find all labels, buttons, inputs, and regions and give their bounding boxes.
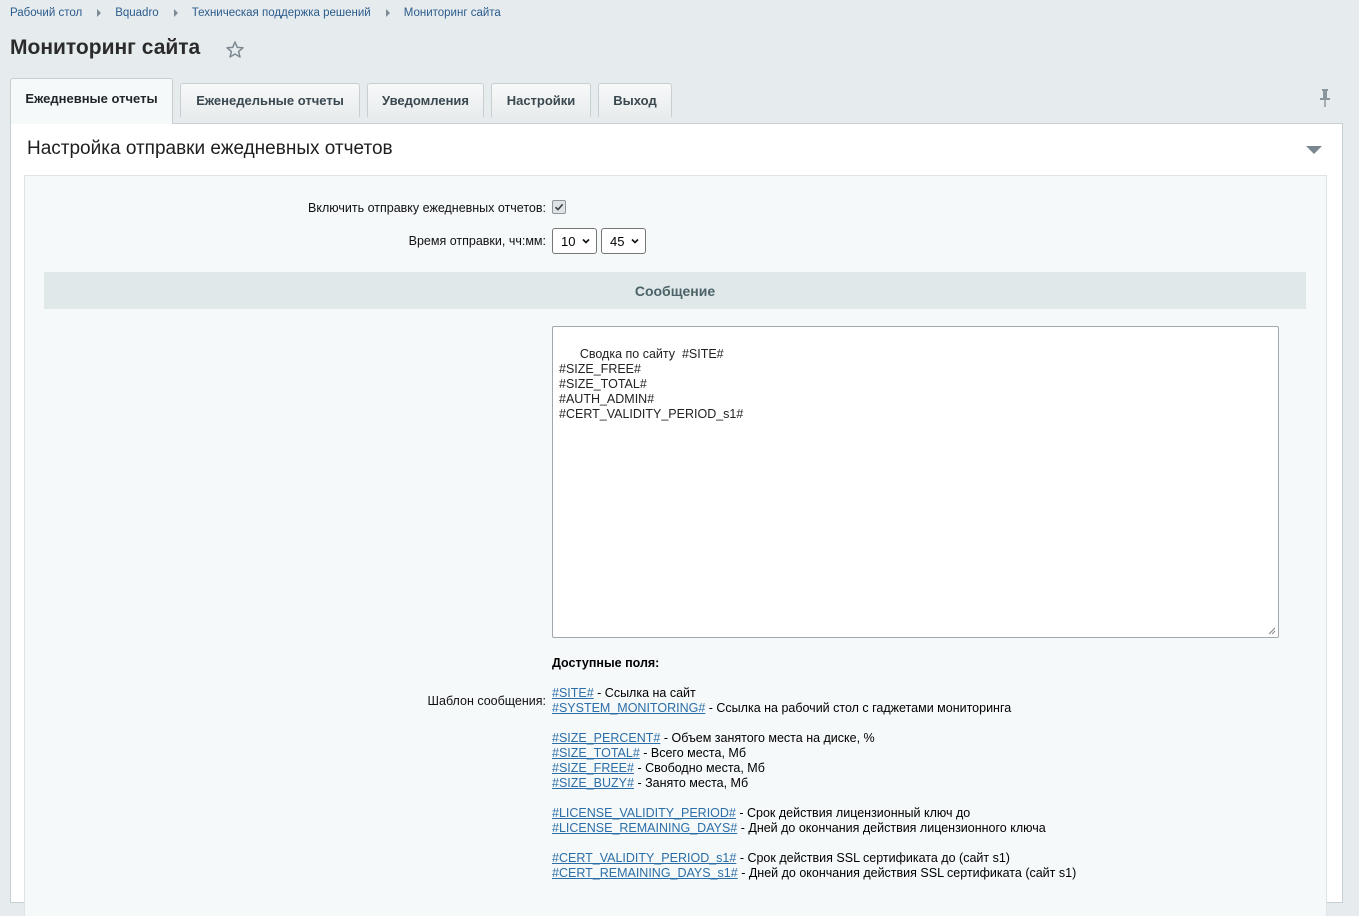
field-code-link[interactable]: #CERT_VALIDITY_PERIOD_s1# xyxy=(552,851,736,865)
field-description: - Срок действия лицензионный ключ до xyxy=(735,806,971,820)
field-item: #SIZE_PERCENT# - Объем занятого места на… xyxy=(552,731,1076,746)
breadcrumb-item-desktop[interactable]: Рабочий стол xyxy=(10,7,82,19)
field-item: #CERT_REMAINING_DAYS_s1# - Дней до оконч… xyxy=(552,866,1076,881)
field-code-link[interactable]: #LICENSE_REMAINING_DAYS# xyxy=(552,821,737,835)
field-item: #SIZE_BUZY# - Занято места, Мб xyxy=(552,776,1076,791)
tab-notifications[interactable]: Уведомления xyxy=(367,83,484,117)
field-description: - Срок действия SSL сертификата до (сайт… xyxy=(736,851,1010,865)
field-code-link[interactable]: #LICENSE_VALIDITY_PERIOD# xyxy=(552,806,736,820)
chevron-down-icon xyxy=(582,238,590,244)
hour-select-value: 10 xyxy=(561,233,576,249)
field-group-spacer xyxy=(552,791,1076,806)
field-item: #CERT_VALIDITY_PERIOD_s1# - Срок действи… xyxy=(552,851,1076,866)
page-title: Мониторинг сайта xyxy=(10,36,201,59)
collapse-arrow-icon[interactable] xyxy=(1306,146,1322,154)
field-description: - Ссылка на сайт xyxy=(593,686,696,700)
tab-exit[interactable]: Выход xyxy=(598,83,672,117)
hour-select[interactable]: 10 xyxy=(552,228,597,254)
field-description: - Ссылка на рабочий стол с гаджетами мон… xyxy=(705,701,1012,715)
enable-reports-checkbox[interactable] xyxy=(552,200,566,214)
field-code-link[interactable]: #SITE# xyxy=(552,686,594,700)
breadcrumb: Рабочий стол Bquadro Техническая поддерж… xyxy=(10,7,501,19)
breadcrumb-separator-icon xyxy=(385,9,390,17)
field-code-link[interactable]: #SIZE_BUZY# xyxy=(552,776,634,790)
field-code-link[interactable]: #SIZE_PERCENT# xyxy=(552,731,660,745)
tab-settings[interactable]: Настройки xyxy=(491,83,591,117)
field-description: - Объем занятого места на диске, % xyxy=(660,731,875,745)
chevron-down-icon xyxy=(631,238,639,244)
resize-handle-icon[interactable] xyxy=(1268,627,1276,635)
field-description: - Дней до окончания действия SSL сертифи… xyxy=(737,866,1077,880)
field-item: #LICENSE_VALIDITY_PERIOD# - Срок действи… xyxy=(552,806,1076,821)
pin-icon[interactable] xyxy=(1317,88,1333,108)
breadcrumb-separator-icon xyxy=(97,9,102,17)
field-group-spacer xyxy=(552,716,1076,731)
form-content: Включить отправку ежедневных отчетов: Вр… xyxy=(24,175,1327,916)
field-item: #SYSTEM_MONITORING# - Ссылка на рабочий … xyxy=(552,701,1076,716)
message-section-header: Сообщение xyxy=(44,272,1306,309)
settings-panel: Настройка отправки ежедневных отчетов Вк… xyxy=(10,123,1343,916)
checkmark-icon xyxy=(554,203,564,211)
send-time-label: Время отправки, чч:мм: xyxy=(408,234,546,248)
field-description: - Дней до окончания действия лицензионно… xyxy=(737,821,1046,835)
field-item: #LICENSE_REMAINING_DAYS# - Дней до оконч… xyxy=(552,821,1076,836)
field-description: - Всего места, Мб xyxy=(639,746,746,760)
field-code-link[interactable]: #SIZE_FREE# xyxy=(552,761,634,775)
breadcrumb-item-monitoring[interactable]: Мониторинг сайта xyxy=(404,7,501,19)
field-item: #SIZE_FREE# - Свободно места, Мб xyxy=(552,761,1076,776)
field-description: - Свободно места, Мб xyxy=(633,761,765,775)
breadcrumb-separator-icon xyxy=(173,9,178,17)
field-code-link[interactable]: #CERT_REMAINING_DAYS_s1# xyxy=(552,866,738,880)
field-description: - Занято места, Мб xyxy=(633,776,749,790)
available-fields-list: #SITE# - Ссылка на сайт #SYSTEM_MONITORIN… xyxy=(552,686,1076,881)
field-group-spacer xyxy=(552,836,1076,851)
field-item: #SIZE_TOTAL# - Всего места, Мб xyxy=(552,746,1076,761)
tab-daily-reports[interactable]: Ежедневные отчеты xyxy=(10,78,173,124)
field-code-link[interactable]: #SYSTEM_MONITORING# xyxy=(552,701,705,715)
message-template-text: Сводка по сайту #SITE# #SIZE_FREE# #SIZE… xyxy=(559,347,744,421)
message-template-textarea[interactable]: Сводка по сайту #SITE# #SIZE_FREE# #SIZE… xyxy=(552,326,1279,638)
enable-reports-label: Включить отправку ежедневных отчетов: xyxy=(308,201,546,215)
minute-select[interactable]: 45 xyxy=(601,228,646,254)
breadcrumb-item-bquadro[interactable]: Bquadro xyxy=(115,7,158,19)
breadcrumb-item-support[interactable]: Техническая поддержка решений xyxy=(192,7,371,19)
favorite-star-icon[interactable] xyxy=(225,40,245,60)
message-template-label: Шаблон сообщения: xyxy=(427,694,546,708)
section-title: Настройка отправки ежедневных отчетов xyxy=(27,138,393,159)
available-fields-title: Доступные поля: xyxy=(552,656,660,670)
field-item: #SITE# - Ссылка на сайт xyxy=(552,686,1076,701)
field-code-link[interactable]: #SIZE_TOTAL# xyxy=(552,746,640,760)
tab-weekly-reports[interactable]: Еженедельные отчеты xyxy=(180,83,360,117)
minute-select-value: 45 xyxy=(610,233,625,249)
